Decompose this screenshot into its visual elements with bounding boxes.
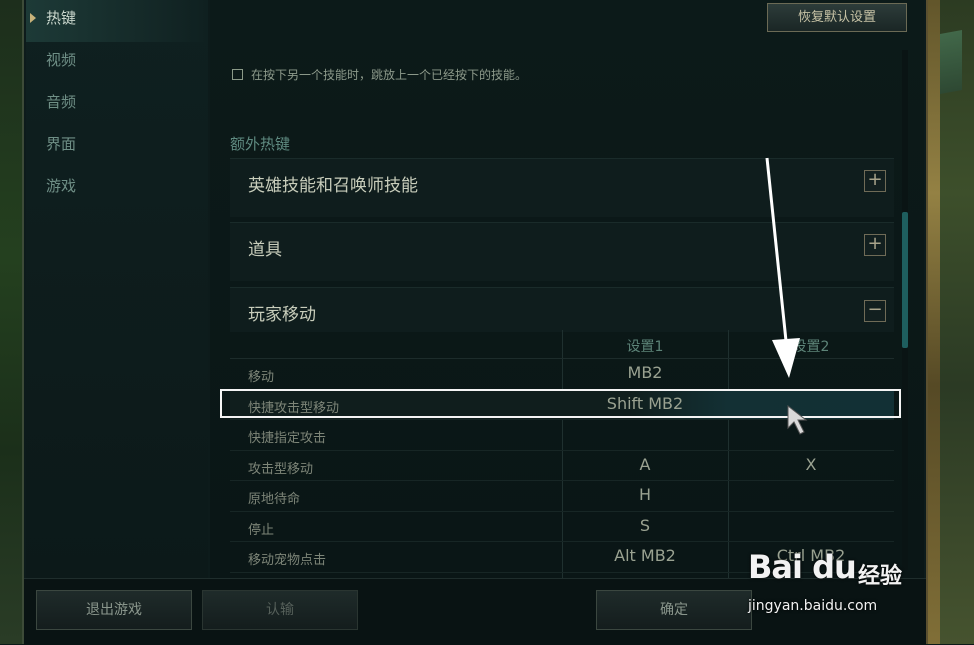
watermark-text: 经验 [858, 564, 903, 589]
watermark-url: jingyan.baidu.com [748, 598, 878, 614]
baidu-jingyan-watermark: Bai du 经验 jingyan.baidu.com [742, 540, 932, 630]
baidu-logo: Bai du [748, 548, 857, 586]
